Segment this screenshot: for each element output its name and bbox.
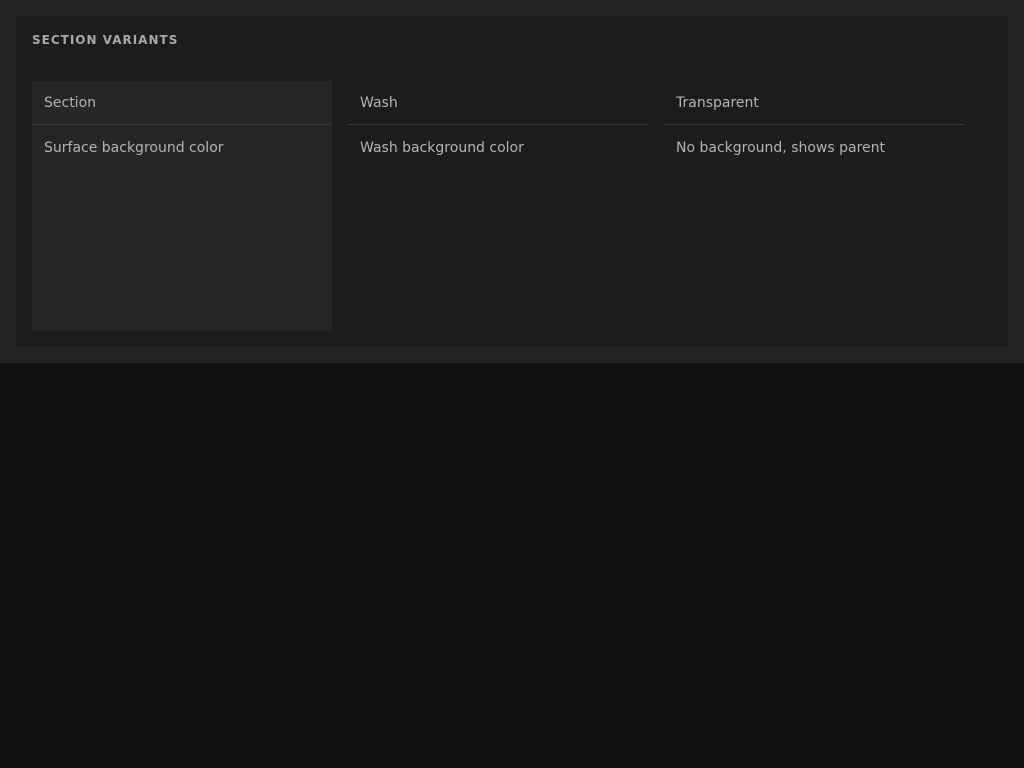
wash-variant-card: Wash Wash background color <box>348 81 648 331</box>
transparent-variant-description: No background, shows parent <box>676 140 886 156</box>
wash-variant-header: Wash <box>348 81 648 125</box>
panel-title: SECTION VARIANTS <box>32 33 179 47</box>
section-variant-description: Surface background color <box>44 140 224 156</box>
section-variant-header: Section <box>32 81 332 125</box>
transparent-variant-card: Transparent No background, shows parent <box>664 81 964 331</box>
outer-container: SECTION VARIANTS Section Surface backgro… <box>0 0 1024 363</box>
wash-variant-description: Wash background color <box>360 140 524 156</box>
section-variants-panel: SECTION VARIANTS Section Surface backgro… <box>16 16 1008 347</box>
transparent-variant-header: Transparent <box>664 81 964 125</box>
section-variant-card: Section Surface background color <box>32 81 332 331</box>
